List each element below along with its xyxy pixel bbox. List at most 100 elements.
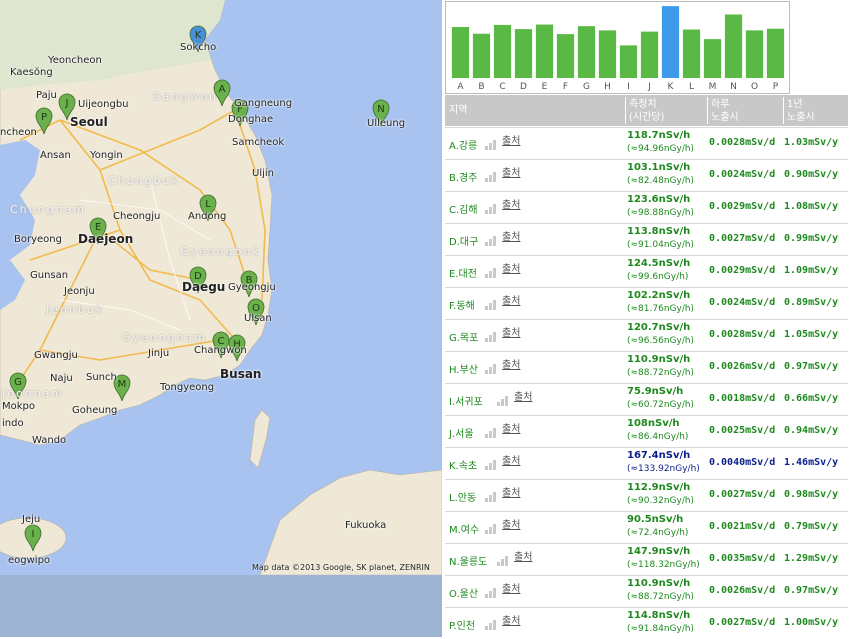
tick-label-O: O	[751, 82, 758, 92]
city-label-tongyeong: Tongyeong	[160, 382, 215, 393]
city-label-donghae: Donghae	[228, 114, 274, 125]
table-row: L.안동 출처 112.9nSv/h (≈90.32nGy/h) 0.0027mSv/d…	[445, 479, 848, 511]
row-daily-dose: 0.0021mSv/d	[709, 521, 776, 532]
city-label-yeoncheon: Yeoncheon	[48, 55, 102, 66]
table-header: 지역 측정치 (시간당) 하루 노출시 1년 노출시	[445, 95, 848, 126]
row-gray-rate: (≈86.4nGy/h)	[627, 432, 689, 442]
source-link[interactable]: 출처	[502, 196, 520, 211]
city-label-changwon: Changwon	[194, 345, 247, 356]
city-label-gyeongju: Gyeongju	[228, 282, 276, 293]
signal-icon	[485, 202, 499, 214]
row-daily-dose: 0.0035mSv/d	[709, 553, 776, 564]
row-yearly-dose: 0.98mSv/y	[784, 489, 839, 500]
row-gray-rate: (≈99.6nGy/h)	[627, 272, 689, 282]
row-gray-rate: (≈72.4nGy/h)	[627, 528, 689, 538]
row-dose-rate: 147.9nSv/h	[627, 546, 691, 557]
tick-label-D: D	[520, 82, 527, 92]
source-link[interactable]: 출처	[502, 612, 520, 627]
header-year: 1년	[787, 99, 803, 110]
tick-label-L: L	[689, 82, 694, 92]
city-label-andong: Andong	[188, 211, 227, 222]
table-row: J.서울 출처 108nSv/h (≈86.4nGy/h) 0.0025mSv/d 0.9…	[445, 415, 848, 447]
source-link[interactable]: 출처	[502, 452, 520, 467]
tick-label-K: K	[668, 82, 675, 92]
tick-label-E: E	[542, 82, 548, 92]
row-region-name: F.동해	[449, 301, 475, 312]
region-label-jeonnam: Jeonnam	[2, 387, 65, 400]
header-region: 지역	[449, 105, 468, 116]
bar-I	[619, 45, 638, 78]
row-gray-rate: (≈88.72nGy/h)	[627, 592, 695, 602]
city-label-yongin: Yongin	[90, 150, 123, 161]
source-link[interactable]: 출처	[514, 388, 532, 403]
city-label-paju: Paju	[36, 90, 57, 101]
map-marker-label: A	[219, 84, 226, 95]
row-yearly-dose: 0.97mSv/y	[784, 585, 839, 596]
bar-L	[682, 29, 701, 79]
header-measure-cell: 측정치 (시간당)	[625, 97, 704, 124]
row-dose-rate: 120.7nSv/h	[627, 322, 691, 333]
row-region-name: J.서울	[449, 429, 474, 440]
row-dose-rate: 110.9nSv/h	[627, 578, 691, 589]
map-view[interactable]: KAFNJPLEDBOCHGMI Sokcho Yeoncheon Kaesŏn…	[0, 0, 442, 575]
row-gray-rate: (≈91.84nGy/h)	[627, 624, 695, 634]
tick-label-H: H	[604, 82, 611, 92]
source-link[interactable]: 출처	[502, 228, 520, 243]
bar-G	[577, 26, 596, 79]
source-link[interactable]: 출처	[502, 516, 520, 531]
source-link[interactable]: 출처	[502, 324, 520, 339]
city-label-mokpo: Mokpo	[2, 401, 36, 412]
row-region-name: I.서귀포	[449, 397, 483, 408]
row-yearly-dose: 1.00mSv/y	[784, 617, 839, 628]
row-region-name: E.대전	[449, 269, 477, 280]
row-dose-rate: 90.5nSv/h	[627, 514, 684, 525]
city-label-busan: Busan	[220, 367, 262, 381]
bar-J	[640, 31, 659, 79]
source-link[interactable]: 출처	[502, 292, 520, 307]
bar-N	[724, 14, 743, 79]
row-region-name: M.여수	[449, 525, 480, 536]
city-label-uijeongbu: Uijeongbu	[78, 99, 129, 110]
map-marker-label: L	[205, 199, 211, 210]
source-link[interactable]: 출처	[502, 356, 520, 371]
table-row: M.여수 출처 90.5nSv/h (≈72.4nGy/h) 0.0021mSv/d 0.…	[445, 511, 848, 543]
map-attribution[interactable]: Map data ©2013 Google, SK planet, ZENRIN	[252, 563, 430, 572]
signal-icon	[485, 362, 499, 374]
signal-icon	[485, 426, 499, 438]
source-link[interactable]: 출처	[502, 132, 520, 147]
bar-B	[472, 33, 491, 78]
source-link[interactable]: 출처	[514, 548, 532, 563]
signal-icon	[485, 330, 499, 342]
table-row: I.서귀포 출처 75.9nSv/h (≈60.72nGy/h) 0.0018mSv/d…	[445, 383, 848, 415]
table-row: F.동해 출처 102.2nSv/h (≈81.76nGy/h) 0.0024mSv/d…	[445, 287, 848, 319]
row-gray-rate: (≈82.48nGy/h)	[627, 176, 695, 186]
source-link[interactable]: 출처	[502, 164, 520, 179]
map-marker-label: J	[65, 98, 69, 109]
region-label-chungnam: Chungnam	[10, 203, 87, 216]
city-label-ansan: Ansan	[40, 150, 71, 161]
row-daily-dose: 0.0027mSv/d	[709, 617, 776, 628]
table-row: N.울릉도 출처 147.9nSv/h (≈118.32nGy/h) 0.0035mSv…	[445, 543, 848, 575]
bar-P	[766, 28, 785, 78]
city-label-ulleung: Ulleung	[367, 118, 406, 129]
signal-icon	[497, 554, 511, 566]
row-yearly-dose: 0.99mSv/y	[784, 233, 839, 244]
table-row: H.부산 출처 110.9nSv/h (≈88.72nGy/h) 0.0026mSv/d…	[445, 351, 848, 383]
tick-label-B: B	[478, 82, 484, 92]
city-label-seoul: Seoul	[70, 115, 108, 129]
stats-panel: A B C D E F G H I J K L M N O P 지역 측정치 (시간당) 하루 노출시 1년 …	[442, 0, 850, 639]
table-row: C.김해 출처 123.6nSv/h (≈98.88nGy/h) 0.0029mSv/d…	[445, 191, 848, 223]
source-link[interactable]: 출처	[502, 484, 520, 499]
city-label-fukuoka: Fukuoka	[345, 520, 387, 531]
row-gray-rate: (≈94.96nGy/h)	[627, 144, 695, 154]
header-day-sub: 노출시	[711, 112, 739, 123]
row-daily-dose: 0.0040mSv/d	[709, 457, 776, 468]
tick-label-N: N	[730, 82, 737, 92]
source-link[interactable]: 출처	[502, 580, 520, 595]
source-link[interactable]: 출처	[502, 420, 520, 435]
row-daily-dose: 0.0028mSv/d	[709, 329, 776, 340]
city-label-sokcho: Sokcho	[180, 42, 217, 53]
source-link[interactable]: 출처	[502, 260, 520, 275]
signal-icon	[485, 138, 499, 150]
row-region-name: N.울릉도	[449, 557, 488, 568]
